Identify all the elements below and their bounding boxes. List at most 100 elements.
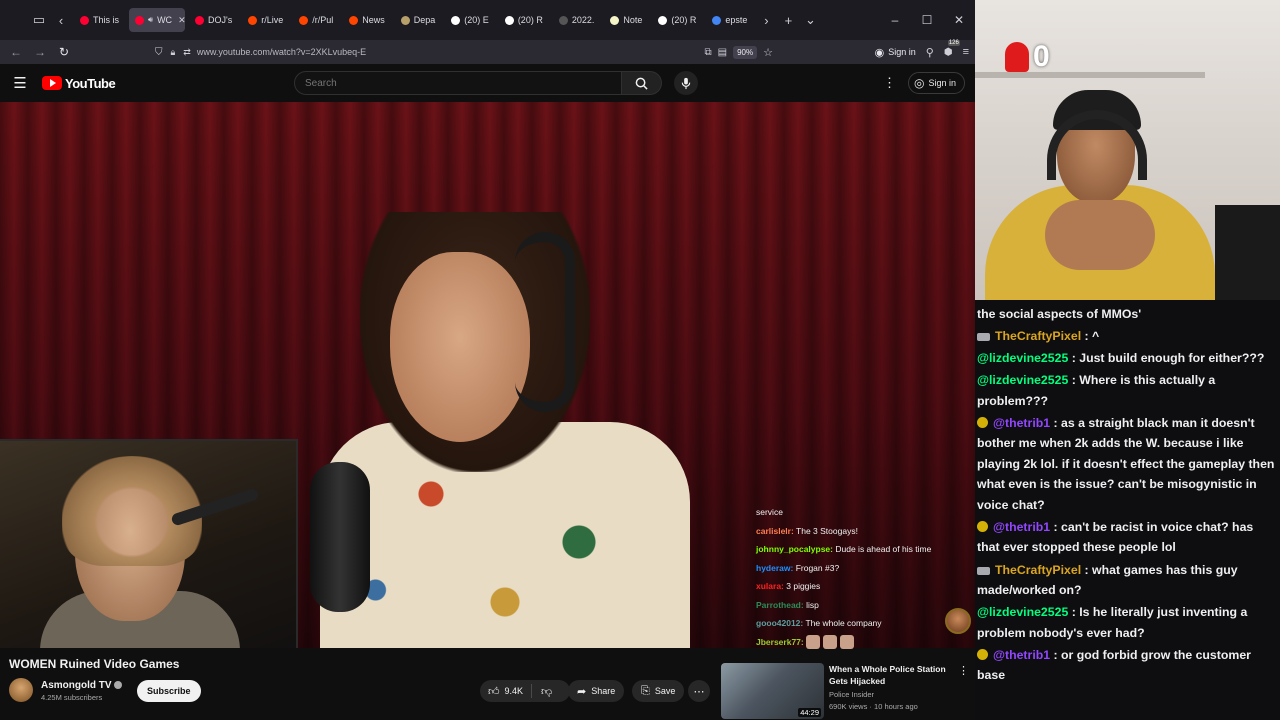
overlay-chat-line: gooo42012: The whole company: [756, 614, 956, 633]
reload-icon[interactable]: ↻: [52, 40, 76, 64]
recommended-video-title[interactable]: When a Whole Police Station Gets Hijacke…: [829, 664, 949, 687]
browser-tab[interactable]: (20) R: [652, 8, 702, 32]
browser-tab[interactable]: r/Live: [242, 8, 289, 32]
browser-tab[interactable]: epste: [706, 8, 753, 32]
chat-username[interactable]: TheCraftyPixel: [995, 563, 1081, 577]
overlay-chat-line: hyderaw: Frogan #3?: [756, 559, 956, 578]
youtube-logo-text: YouTube: [65, 75, 116, 91]
youtube-header: ☰ YouTube ⋮ ◎ Sign in: [0, 64, 975, 102]
share-button[interactable]: ➦ Share: [568, 680, 625, 702]
settings-more-icon[interactable]: ⋮: [883, 75, 896, 91]
chat-username[interactable]: @thetrib1: [993, 520, 1050, 534]
recommended-video-channel[interactable]: Police Insider: [829, 690, 874, 699]
overlay-chat-line: Parrothead: lisp: [756, 596, 956, 615]
podcast-microphone: [310, 462, 370, 612]
youtube-logo[interactable]: YouTube: [42, 75, 116, 91]
bookmark-star-icon[interactable]: ☆: [763, 46, 773, 59]
url-text[interactable]: www.youtube.com/watch?v=2XKLvubeq-E: [197, 47, 366, 57]
maximize-icon[interactable]: ☐: [911, 9, 943, 31]
tab-label: DOJ's: [208, 15, 233, 25]
new-tab-icon[interactable]: +: [777, 9, 799, 31]
overlay-chat-user: hyderaw:: [756, 562, 794, 573]
chat-username[interactable]: @lizdevine2525: [977, 605, 1068, 619]
counter-value: 0: [1033, 40, 1050, 73]
chat-username[interactable]: @thetrib1: [993, 648, 1050, 662]
user-circle-icon: ◎: [914, 76, 925, 90]
ublock-icon[interactable]: ⬢ 126: [944, 39, 960, 58]
extension-badge: 126: [947, 39, 960, 46]
lock-icon[interactable]: 🔒︎: [171, 47, 176, 58]
app-menu-icon[interactable]: ≡: [963, 46, 969, 58]
guide-menu-icon[interactable]: ☰: [0, 74, 40, 92]
chat-username[interactable]: @lizdevine2525: [977, 351, 1068, 365]
tab-favicon-icon: [349, 15, 359, 25]
search-box: [294, 71, 662, 95]
more-actions-button[interactable]: ⋯: [688, 680, 710, 702]
save-label: Save: [654, 686, 676, 696]
tab-list-chevron-icon[interactable]: ⌄: [799, 9, 821, 31]
like-button[interactable]: 👍︎ 9.4K: [480, 684, 533, 698]
youtube-signin-button[interactable]: ◎ Sign in: [908, 72, 966, 94]
tab-audio-icon[interactable]: 🔊︎: [148, 15, 153, 25]
overlay-chat-user: Jberserk77:: [756, 636, 804, 647]
browser-tab[interactable]: Note: [604, 8, 648, 32]
url-bar[interactable]: ⛉ 🔒︎ ⇄ www.youtube.com/watch?v=2XKLvubeq…: [155, 42, 773, 62]
picture-in-picture-icon[interactable]: ⧉: [705, 47, 712, 58]
reader-view-icon[interactable]: ▤: [718, 47, 727, 58]
chat-text: : ^: [1081, 329, 1100, 344]
overlay-chat-user: gooo42012:: [756, 618, 804, 628]
chat-username[interactable]: TheCraftyPixel: [995, 329, 1081, 343]
browser-tab[interactable]: /r/Pul: [293, 8, 339, 32]
permissions-icon[interactable]: ⇄: [183, 47, 191, 58]
navigation-bar: ← → ↻ ⛉ 🔒︎ ⇄ www.youtube.com/watch?v=2XK…: [0, 39, 975, 64]
browser-tab[interactable]: 2022.: [553, 8, 601, 32]
overlay-chat-user: carlislelr:: [756, 525, 794, 536]
zoom-level[interactable]: 90%: [733, 45, 758, 59]
minimize-icon[interactable]: –: [879, 9, 911, 31]
search-input[interactable]: [294, 71, 622, 95]
account-signin-label: Sign in: [888, 47, 916, 57]
shield-icon[interactable]: ⛉: [155, 47, 163, 58]
tab-scroll-left-icon[interactable]: ‹: [50, 9, 72, 31]
channel-avatar[interactable]: [9, 678, 33, 702]
stream-chat: the social aspects of MMOs' TheCraftyPixe…: [975, 300, 1280, 720]
forward-icon[interactable]: →: [28, 40, 52, 64]
back-icon[interactable]: ←: [4, 40, 28, 64]
save-button[interactable]: ⎘ Save: [632, 680, 685, 702]
chat-message: @thetrib1 : as a straight black man it d…: [977, 413, 1276, 516]
voice-search-button[interactable]: [674, 71, 698, 95]
overlay-chat-text: Frogan #3?: [795, 562, 840, 573]
tab-close-icon[interactable]: ✕: [178, 15, 185, 26]
tab-label: This is: [93, 15, 120, 25]
browser-tab[interactable]: DOJ's: [189, 8, 238, 32]
subscribe-button[interactable]: Subscribe: [137, 680, 201, 702]
dislike-button[interactable]: 👎︎: [532, 685, 561, 698]
tab-scroll-right-icon[interactable]: ›: [755, 9, 777, 31]
search-icon: [635, 77, 648, 90]
chat-message: @thetrib1 : can't be racist in voice cha…: [977, 517, 1276, 558]
tab-label: News: [362, 15, 385, 25]
tab-label: 2022.: [571, 15, 595, 25]
chat-username[interactable]: @thetrib1: [993, 416, 1050, 430]
bookmark-icon: ⎘: [641, 684, 650, 697]
browser-tab[interactable]: This is: [74, 8, 125, 32]
chat-message: @thetrib1 : or god forbid grow the custo…: [977, 645, 1276, 686]
tab-overview-icon[interactable]: ▭: [28, 9, 50, 31]
recommended-video-thumbnail[interactable]: 44:29: [721, 663, 824, 719]
recommended-video-menu-icon[interactable]: ⋮: [958, 664, 969, 677]
search-button[interactable]: [622, 71, 662, 95]
extensions-icon[interactable]: ⚲: [926, 46, 934, 59]
video-title: WOMEN Ruined Video Games: [9, 657, 180, 671]
browser-tab[interactable]: 🔊︎ WC ✕: [129, 8, 186, 32]
chat-message: @lizdevine2525 : Is he literally just in…: [977, 602, 1276, 643]
close-window-icon[interactable]: ✕: [943, 9, 975, 31]
tab-label: (20) R: [517, 15, 543, 25]
browser-tab[interactable]: News: [343, 8, 391, 32]
browser-tab[interactable]: (20) E: [445, 8, 495, 32]
browser-tab[interactable]: (20) R: [499, 8, 549, 32]
browser-tab[interactable]: Depa: [395, 8, 442, 32]
tab-label: Note: [623, 15, 643, 25]
firefox-account-button[interactable]: ◉ Sign in: [875, 46, 916, 59]
channel-name[interactable]: Asmongold TV: [41, 680, 112, 691]
chat-username[interactable]: @lizdevine2525: [977, 373, 1068, 387]
